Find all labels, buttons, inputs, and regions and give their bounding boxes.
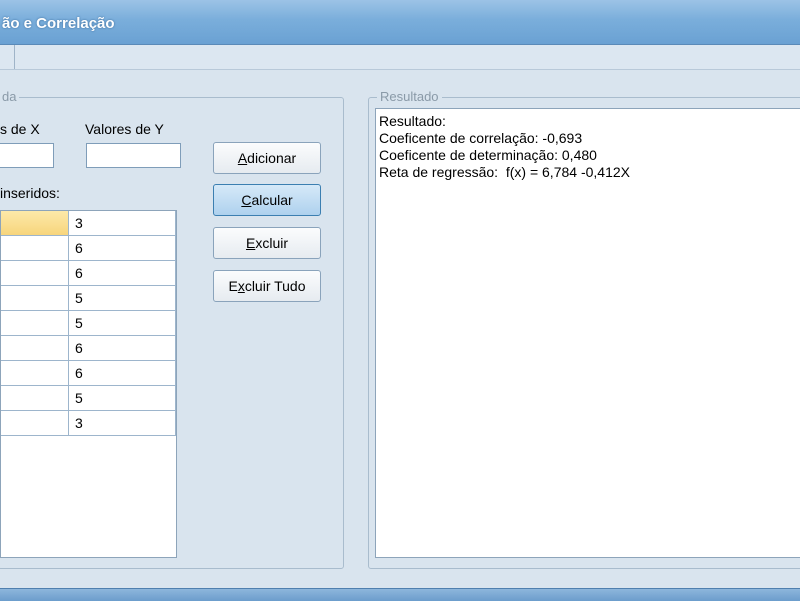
x-value-cell[interactable] [1,311,69,336]
x-value-cell[interactable] [1,361,69,386]
add-button[interactable]: Adicionar [213,142,321,174]
add-button-label-post: dicionar [247,150,297,166]
delete-button[interactable]: Excluir [213,227,321,259]
x-value-cell[interactable] [1,211,69,236]
result-line: Coeficente de determinação: 0,480 [379,147,597,163]
table-row[interactable]: 6 [1,361,176,387]
x-value-cell[interactable] [1,261,69,286]
y-value-input[interactable] [86,143,181,168]
x-value-cell[interactable] [1,236,69,261]
table-row[interactable]: 5 [1,386,176,412]
table-row[interactable]: 6 [1,261,176,287]
table-row[interactable]: 3 [1,211,176,237]
y-value-cell[interactable]: 5 [69,311,176,336]
inserted-values-label: inseridos: [0,185,60,201]
delete-all-button-label-post: cluir Tudo [244,278,306,294]
y-value-cell[interactable]: 6 [69,361,176,386]
x-value-cell[interactable] [1,336,69,361]
y-value-cell[interactable]: 6 [69,261,176,286]
y-value-cell[interactable]: 3 [69,411,176,436]
delete-all-button[interactable]: Ex cluir Tudo [213,270,321,302]
table-row[interactable]: 3 [1,411,176,437]
menu-strip [0,45,800,70]
x-value-cell[interactable] [1,286,69,311]
menu-tab-edge[interactable] [0,45,15,69]
bottom-frame-bar [0,588,800,601]
results-textbox[interactable]: Resultado: Coeficente de correlação: -0,6… [375,108,800,558]
calculate-button[interactable]: Calcular [213,184,321,216]
result-line: Coeficente de correlação: -0,693 [379,130,583,146]
delete-all-button-accel: x [237,278,245,294]
table-row[interactable]: 5 [1,286,176,312]
x-value-input[interactable] [0,143,54,168]
y-value-cell[interactable]: 6 [69,236,176,261]
result-line: Resultado: [379,113,446,129]
delete-button-label-post: xcluir [255,235,288,251]
results-group-legend: Resultado [377,89,442,104]
delete-all-button-label-pre: E [228,278,238,294]
y-value-cell[interactable]: 5 [69,386,176,411]
y-value-cell[interactable]: 5 [69,286,176,311]
result-line: Reta de regressão: f(x) = 6,784 -0,412X [379,164,630,180]
table-row[interactable]: 5 [1,311,176,337]
y-value-cell[interactable]: 3 [69,211,176,236]
y-value-cell[interactable]: 6 [69,336,176,361]
table-row[interactable]: 6 [1,236,176,262]
table-row[interactable]: 6 [1,336,176,362]
window-title: ão e Correlação [2,15,115,32]
add-button-accel: A [237,150,248,166]
x-value-cell[interactable] [1,386,69,411]
x-values-label: s de X [0,121,40,137]
x-value-cell[interactable] [1,411,69,436]
delete-button-accel: E [245,235,256,251]
calculate-button-accel: C [241,192,252,208]
title-bar[interactable]: ão e Correlação [0,0,800,45]
values-grid[interactable]: 366556653 [0,210,177,558]
calculate-button-label-post: alcular [251,192,293,208]
input-group-legend: da [0,89,20,104]
y-values-label: Valores de Y [85,121,164,137]
